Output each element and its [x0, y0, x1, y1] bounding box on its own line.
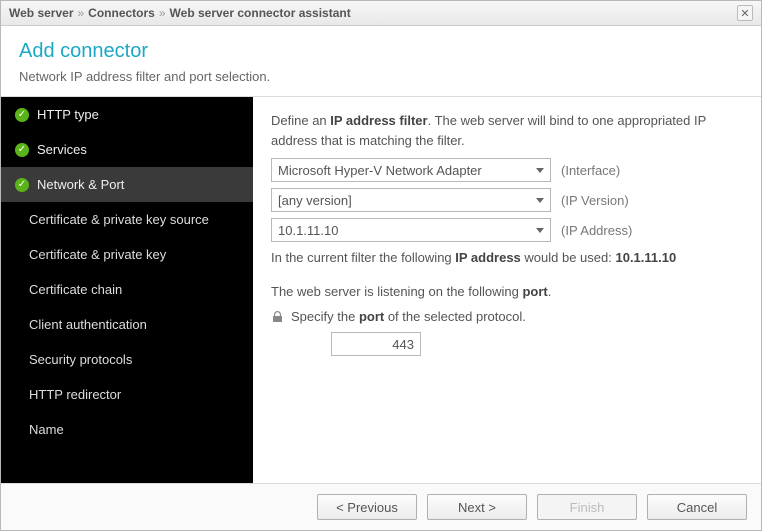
cancel-button[interactable]: Cancel: [647, 494, 747, 520]
sidebar-item-services[interactable]: ✓ Services: [1, 132, 253, 167]
interface-label: (Interface): [561, 163, 620, 178]
titlebar: Web server » Connectors » Web server con…: [1, 1, 761, 26]
select-value: 10.1.11.10: [278, 223, 338, 238]
ipaddress-label: (IP Address): [561, 223, 632, 238]
sidebar-item-client-auth[interactable]: Client authentication: [1, 307, 253, 342]
sidebar-item-label: Client authentication: [29, 317, 147, 332]
dialog-window: Web server » Connectors » Web server con…: [0, 0, 762, 531]
breadcrumb: Web server » Connectors » Web server con…: [9, 6, 351, 20]
select-value: [any version]: [278, 193, 352, 208]
text: The web server is listening on the follo…: [271, 284, 522, 299]
check-icon: ✓: [15, 143, 29, 157]
sidebar-item-label: Certificate chain: [29, 282, 122, 297]
main-content: Define an IP address filter. The web ser…: [253, 97, 761, 483]
text-bold: IP address filter: [330, 113, 427, 128]
breadcrumb-sep: »: [159, 6, 166, 20]
sidebar-item-name[interactable]: Name: [1, 412, 253, 447]
row-ipaddress: 10.1.11.10 (IP Address): [271, 218, 743, 242]
previous-button[interactable]: < Previous: [317, 494, 417, 520]
ipversion-label: (IP Version): [561, 193, 629, 208]
finish-button: Finish: [537, 494, 637, 520]
intro-text: Define an IP address filter. The web ser…: [271, 111, 743, 150]
specify-port-row: Specify the port of the selected protoco…: [271, 309, 743, 324]
close-icon: ✕: [740, 7, 749, 20]
check-icon: ✓: [15, 178, 29, 192]
sidebar-item-label: HTTP redirector: [29, 387, 121, 402]
port-input[interactable]: [331, 332, 421, 356]
check-icon: ✓: [15, 108, 29, 122]
sidebar-item-cert-key[interactable]: Certificate & private key: [1, 237, 253, 272]
next-button[interactable]: Next >: [427, 494, 527, 520]
dialog-header: Add connector Network IP address filter …: [1, 26, 761, 97]
text-bold: 10.1.11.10: [615, 250, 676, 265]
text: .: [548, 284, 552, 299]
wizard-sidebar: ✓ HTTP type ✓ Services ✓ Network & Port …: [1, 97, 253, 483]
sidebar-item-network-port[interactable]: ✓ Network & Port: [1, 167, 253, 202]
breadcrumb-item[interactable]: Web server: [9, 6, 73, 20]
text: would be used:: [521, 250, 616, 265]
sidebar-item-label: Services: [37, 142, 87, 157]
sidebar-item-cert-chain[interactable]: Certificate chain: [1, 272, 253, 307]
text: Specify the: [291, 309, 359, 324]
sidebar-item-http-redirector[interactable]: HTTP redirector: [1, 377, 253, 412]
breadcrumb-item: Web server connector assistant: [170, 6, 351, 20]
dialog-footer: < Previous Next > Finish Cancel: [1, 483, 761, 530]
close-button[interactable]: ✕: [737, 5, 753, 21]
sidebar-item-label: Name: [29, 422, 64, 437]
row-interface: Microsoft Hyper-V Network Adapter (Inter…: [271, 158, 743, 182]
sidebar-item-cert-source[interactable]: Certificate & private key source: [1, 202, 253, 237]
ipversion-select[interactable]: [any version]: [271, 188, 551, 212]
page-subtitle: Network IP address filter and port selec…: [19, 69, 743, 84]
ipaddress-select[interactable]: 10.1.11.10: [271, 218, 551, 242]
specify-text: Specify the port of the selected protoco…: [291, 309, 526, 324]
sidebar-item-security-protocols[interactable]: Security protocols: [1, 342, 253, 377]
text: of the selected protocol.: [384, 309, 526, 324]
text-bold: IP address: [455, 250, 521, 265]
sidebar-item-label: Certificate & private key source: [29, 212, 209, 227]
page-title: Add connector: [19, 40, 743, 63]
breadcrumb-sep: »: [77, 6, 84, 20]
text: In the current filter the following: [271, 250, 455, 265]
sidebar-item-label: HTTP type: [37, 107, 99, 122]
breadcrumb-item[interactable]: Connectors: [88, 6, 155, 20]
interface-select[interactable]: Microsoft Hyper-V Network Adapter: [271, 158, 551, 182]
sidebar-item-label: Security protocols: [29, 352, 132, 367]
row-ipversion: [any version] (IP Version): [271, 188, 743, 212]
sidebar-item-label: Network & Port: [37, 177, 124, 192]
text-bold: port: [522, 284, 547, 299]
select-value: Microsoft Hyper-V Network Adapter: [278, 163, 482, 178]
sidebar-item-http-type[interactable]: ✓ HTTP type: [1, 97, 253, 132]
dialog-body: ✓ HTTP type ✓ Services ✓ Network & Port …: [1, 97, 761, 483]
listening-text: The web server is listening on the follo…: [271, 282, 743, 302]
sidebar-item-label: Certificate & private key: [29, 247, 166, 262]
text: Define an: [271, 113, 330, 128]
current-filter-text: In the current filter the following IP a…: [271, 248, 743, 268]
text-bold: port: [359, 309, 384, 324]
lock-icon: [271, 311, 283, 323]
